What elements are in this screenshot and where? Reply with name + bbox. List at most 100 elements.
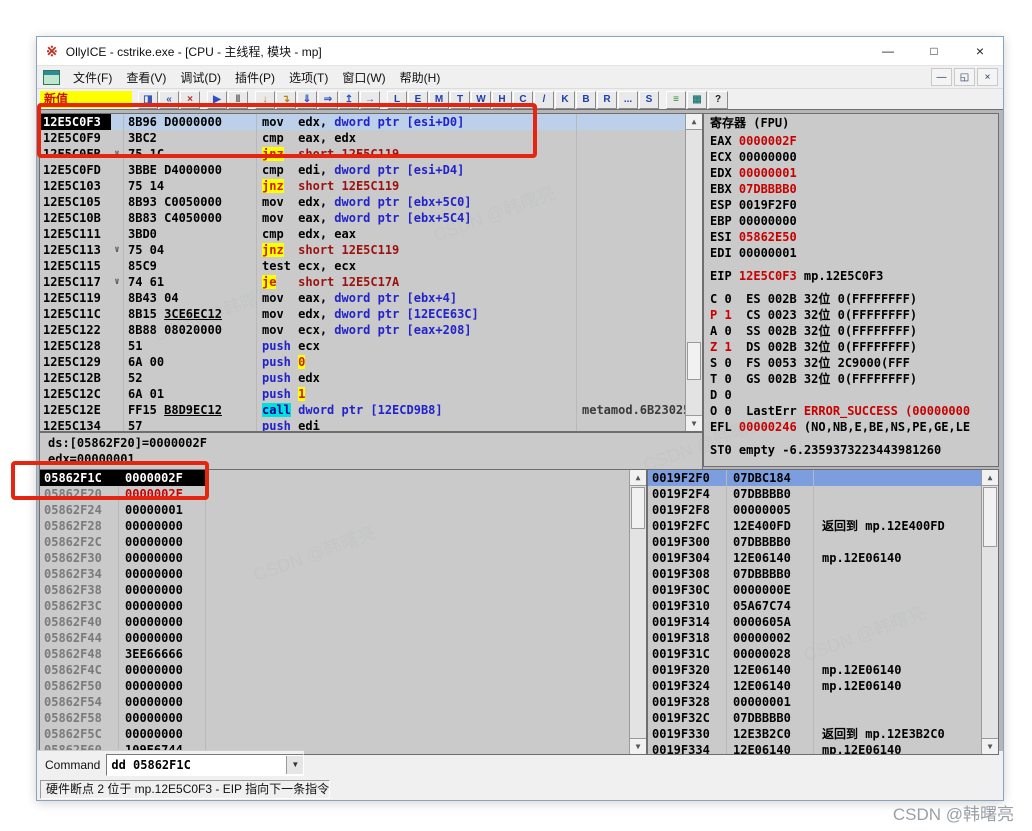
toolbar-log-button[interactable]: L (387, 91, 407, 109)
dump-row[interactable]: 05862F2800000000 (40, 518, 630, 534)
disasm-row[interactable]: 12E5C11C8B15 3CE6EC12mov edx, dword ptr … (40, 306, 686, 322)
scroll-down-icon[interactable]: ▼ (630, 738, 646, 754)
command-input[interactable] (107, 756, 286, 774)
scroll-up-icon[interactable]: ▲ (686, 114, 702, 130)
register-line[interactable]: EFL 00000246 (NO,NB,E,BE,NS,PE,GE,LE (704, 419, 998, 435)
disasm-row[interactable]: 12E5C0FD3BBE D4000000cmp edi, dword ptr … (40, 162, 686, 178)
register-line[interactable]: S 0 FS 0053 32位 2C9000(FFF (704, 355, 998, 371)
toolbar-step-into-button[interactable]: ↓ (255, 91, 275, 109)
toolbar-animate-into-button[interactable]: ⇓ (297, 91, 317, 109)
dump-row[interactable]: 05862F4C00000000 (40, 662, 630, 678)
register-line[interactable]: EDX 00000001 (704, 165, 998, 181)
register-line[interactable] (704, 261, 998, 268)
toolbar-step-over-button[interactable]: ↴ (276, 91, 296, 109)
dump-row[interactable]: 05862F4400000000 (40, 630, 630, 646)
toolbar-references-button[interactable]: R (597, 91, 617, 109)
toolbar-help-button[interactable]: ? (708, 91, 728, 109)
stack-row[interactable]: 0019F2F007DBC184 (648, 470, 982, 486)
scroll-up-icon[interactable]: ▲ (630, 470, 646, 486)
disasm-row[interactable]: 12E5C1058B93 C0050000mov edx, dword ptr … (40, 194, 686, 210)
stack-scrollbar[interactable]: ▲ ▼ (981, 470, 998, 754)
stack-row[interactable]: 0019F32012E06140mp.12E06140 (648, 662, 982, 678)
register-line[interactable]: O 0 LastErr ERROR_SUCCESS (00000000 (704, 403, 998, 419)
register-line[interactable] (704, 435, 998, 442)
stack-row[interactable]: 0019F32800000001 (648, 694, 982, 710)
register-line[interactable]: D 0 (704, 387, 998, 403)
disasm-row[interactable]: 12E5C13457push edi (40, 418, 686, 431)
toolbar-source-button[interactable]: S (639, 91, 659, 109)
toolbar-restart-button[interactable]: « (159, 91, 179, 109)
disasm-row[interactable]: 12E5C0F93BC2cmp eax, edx (40, 130, 686, 146)
stack-row[interactable]: 0019F2F407DBBBB0 (648, 486, 982, 502)
dump-row[interactable]: 05862F2400000001 (40, 502, 630, 518)
menu-help[interactable]: 帮助(H) (393, 69, 448, 87)
stack-row[interactable]: 0019F31800000002 (648, 630, 982, 646)
register-line[interactable] (704, 284, 998, 291)
stack-row[interactable]: 0019F3140000605A (648, 614, 982, 630)
register-line[interactable]: EBX 07DBBBB0 (704, 181, 998, 197)
toolbar-open-button[interactable]: ◨ (138, 91, 158, 109)
dump-row[interactable]: 05862F5800000000 (40, 710, 630, 726)
register-line[interactable]: ESI 05862E50 (704, 229, 998, 245)
maximize-button[interactable]: □ (911, 37, 957, 65)
stack-row[interactable]: 0019F30412E06140mp.12E06140 (648, 550, 982, 566)
menu-plugins[interactable]: 插件(P) (228, 69, 282, 87)
scroll-thumb[interactable] (687, 342, 701, 380)
disasm-row[interactable]: 12E5C12851push ecx (40, 338, 686, 354)
scroll-down-icon[interactable]: ▼ (982, 738, 998, 754)
toolbar-pause-button[interactable]: ‖ (228, 91, 248, 109)
stack-row[interactable]: 0019F30807DBBBB0 (648, 566, 982, 582)
disasm-row[interactable]: 12E5C0FB∨75 1Cjnz short 12E5C119 (40, 146, 686, 162)
disasm-row[interactable]: 12E5C1228B88 08020000mov ecx, dword ptr … (40, 322, 686, 338)
toolbar-goto-button[interactable]: → (360, 91, 380, 109)
toolbar-handles-button[interactable]: H (492, 91, 512, 109)
dump-row[interactable]: 05862F3000000000 (40, 550, 630, 566)
stack-row[interactable]: 0019F31005A67C74 (648, 598, 982, 614)
close-button[interactable]: × (957, 37, 1003, 65)
toolbar-animate-over-button[interactable]: ⇒ (318, 91, 338, 109)
dump-scrollbar[interactable]: ▲ ▼ (629, 470, 646, 754)
scroll-up-icon[interactable]: ▲ (982, 470, 998, 486)
stack-row[interactable]: 0019F30007DBBBB0 (648, 534, 982, 550)
dump-row[interactable]: 05862F3400000000 (40, 566, 630, 582)
register-line[interactable]: T 0 GS 002B 32位 0(FFFFFFFF) (704, 371, 998, 387)
menu-file[interactable]: 文件(F) (66, 69, 119, 87)
stack-row[interactable]: 0019F33012E3B2C0返回到 mp.12E3B2C0 (648, 726, 982, 742)
menu-debug[interactable]: 调试(D) (173, 69, 228, 87)
toolbar-patches-button[interactable]: / (534, 91, 554, 109)
toolbar-executables-button[interactable]: E (408, 91, 428, 109)
minimize-button[interactable]: — (865, 37, 911, 65)
child-minimize-button[interactable]: — (931, 68, 952, 86)
menu-window[interactable]: 窗口(W) (335, 69, 392, 87)
register-line[interactable]: ECX 00000000 (704, 149, 998, 165)
toolbar-call-stack-button[interactable]: K (555, 91, 575, 109)
disasm-row[interactable]: 12E5C1296A 00push 0 (40, 354, 686, 370)
toolbar-threads-button[interactable]: T (450, 91, 470, 109)
dump-row[interactable]: 05862F5000000000 (40, 678, 630, 694)
stack-row[interactable]: 0019F30C0000000E (648, 582, 982, 598)
command-combobox[interactable]: ▼ (106, 754, 304, 776)
register-line[interactable]: EAX 0000002F (704, 133, 998, 149)
scroll-down-icon[interactable]: ▼ (686, 415, 702, 431)
toolbar-memory-button[interactable]: M (429, 91, 449, 109)
dump-row[interactable]: 05862F5400000000 (40, 694, 630, 710)
stack-row[interactable]: 0019F32412E06140mp.12E06140 (648, 678, 982, 694)
toolbar-options-button[interactable]: ≡ (666, 91, 686, 109)
menu-options[interactable]: 选项(T) (282, 69, 335, 87)
disasm-row[interactable]: 12E5C1198B43 04mov eax, dword ptr [ebx+4… (40, 290, 686, 306)
toolbar-cpu-button[interactable]: C (513, 91, 533, 109)
dump-row[interactable]: 05862F5C00000000 (40, 726, 630, 742)
dump-row[interactable]: 05862F1C0000002F (40, 470, 630, 486)
register-line[interactable]: EIP 12E5C0F3 mp.12E5C0F3 (704, 268, 998, 284)
register-line[interactable]: EDI 00000001 (704, 245, 998, 261)
disasm-row[interactable]: 12E5C1113BD0cmp edx, eax (40, 226, 686, 242)
toolbar-run-button[interactable]: ▶ (207, 91, 227, 109)
toolbar-close-button[interactable]: × (180, 91, 200, 109)
child-restore-button[interactable]: ◱ (954, 68, 975, 86)
toolbar-windows-button[interactable]: W (471, 91, 491, 109)
register-line[interactable]: ESP 0019F2F0 (704, 197, 998, 213)
dump-row[interactable]: 05862F3C00000000 (40, 598, 630, 614)
register-line[interactable]: EBP 00000000 (704, 213, 998, 229)
disasm-row[interactable]: 12E5C117∨74 61je short 12E5C17A (40, 274, 686, 290)
disasm-row[interactable]: 12E5C0F38B96 D0000000mov edx, dword ptr … (40, 114, 686, 130)
